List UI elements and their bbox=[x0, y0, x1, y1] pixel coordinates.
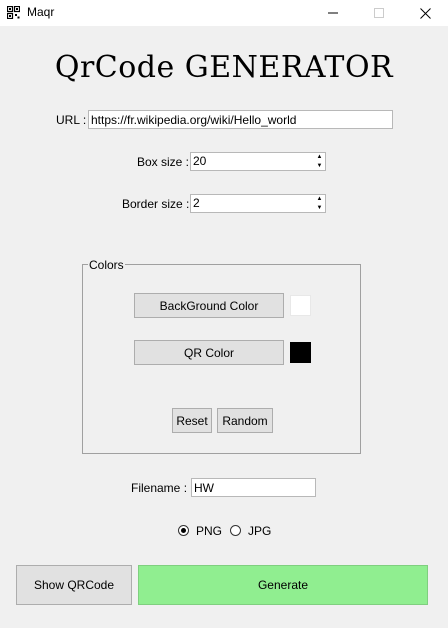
background-color-swatch bbox=[290, 295, 311, 316]
spin-up-icon[interactable]: ▲ bbox=[314, 195, 325, 203]
radio-selected-dot bbox=[181, 528, 186, 533]
show-qrcode-button[interactable]: Show QRCode bbox=[16, 565, 132, 605]
filename-label: Filename : bbox=[131, 481, 188, 495]
spin-down-icon[interactable]: ▼ bbox=[314, 162, 325, 170]
minimize-button[interactable] bbox=[310, 0, 356, 26]
minimize-icon bbox=[328, 12, 338, 14]
jpg-label: JPG bbox=[248, 524, 272, 538]
random-button[interactable]: Random bbox=[217, 408, 273, 433]
reset-button[interactable]: Reset bbox=[172, 408, 212, 433]
spin-down-icon[interactable]: ▼ bbox=[314, 204, 325, 212]
maximize-icon bbox=[374, 8, 384, 18]
page-title: QrCode GENERATOR bbox=[54, 50, 394, 85]
border-size-label: Border size : bbox=[122, 197, 190, 211]
url-label: URL : bbox=[56, 113, 87, 127]
background-color-button[interactable]: BackGround Color bbox=[134, 293, 284, 318]
border-size-value: 2 bbox=[193, 196, 200, 210]
url-input[interactable] bbox=[88, 110, 393, 129]
title-bar: Maqr bbox=[0, 0, 448, 26]
box-size-spinbox[interactable]: 20 ▲ ▼ bbox=[190, 152, 326, 171]
qr-color-button[interactable]: QR Color bbox=[134, 340, 284, 365]
jpg-radio[interactable] bbox=[230, 525, 241, 536]
filename-input[interactable] bbox=[191, 478, 316, 497]
qr-app-icon bbox=[7, 6, 20, 19]
colors-legend: Colors bbox=[88, 258, 125, 272]
spin-up-icon[interactable]: ▲ bbox=[314, 153, 325, 161]
png-label: PNG bbox=[196, 524, 223, 538]
close-icon bbox=[419, 7, 431, 19]
maximize-button[interactable] bbox=[356, 0, 402, 26]
qr-color-swatch bbox=[290, 342, 311, 363]
box-size-label: Box size : bbox=[137, 155, 190, 169]
png-radio[interactable] bbox=[178, 525, 189, 536]
box-size-value: 20 bbox=[193, 154, 207, 168]
close-button[interactable] bbox=[402, 0, 448, 26]
window-title: Maqr bbox=[27, 5, 55, 19]
border-size-spinbox[interactable]: 2 ▲ ▼ bbox=[190, 194, 326, 213]
generate-button[interactable]: Generate bbox=[138, 565, 428, 605]
